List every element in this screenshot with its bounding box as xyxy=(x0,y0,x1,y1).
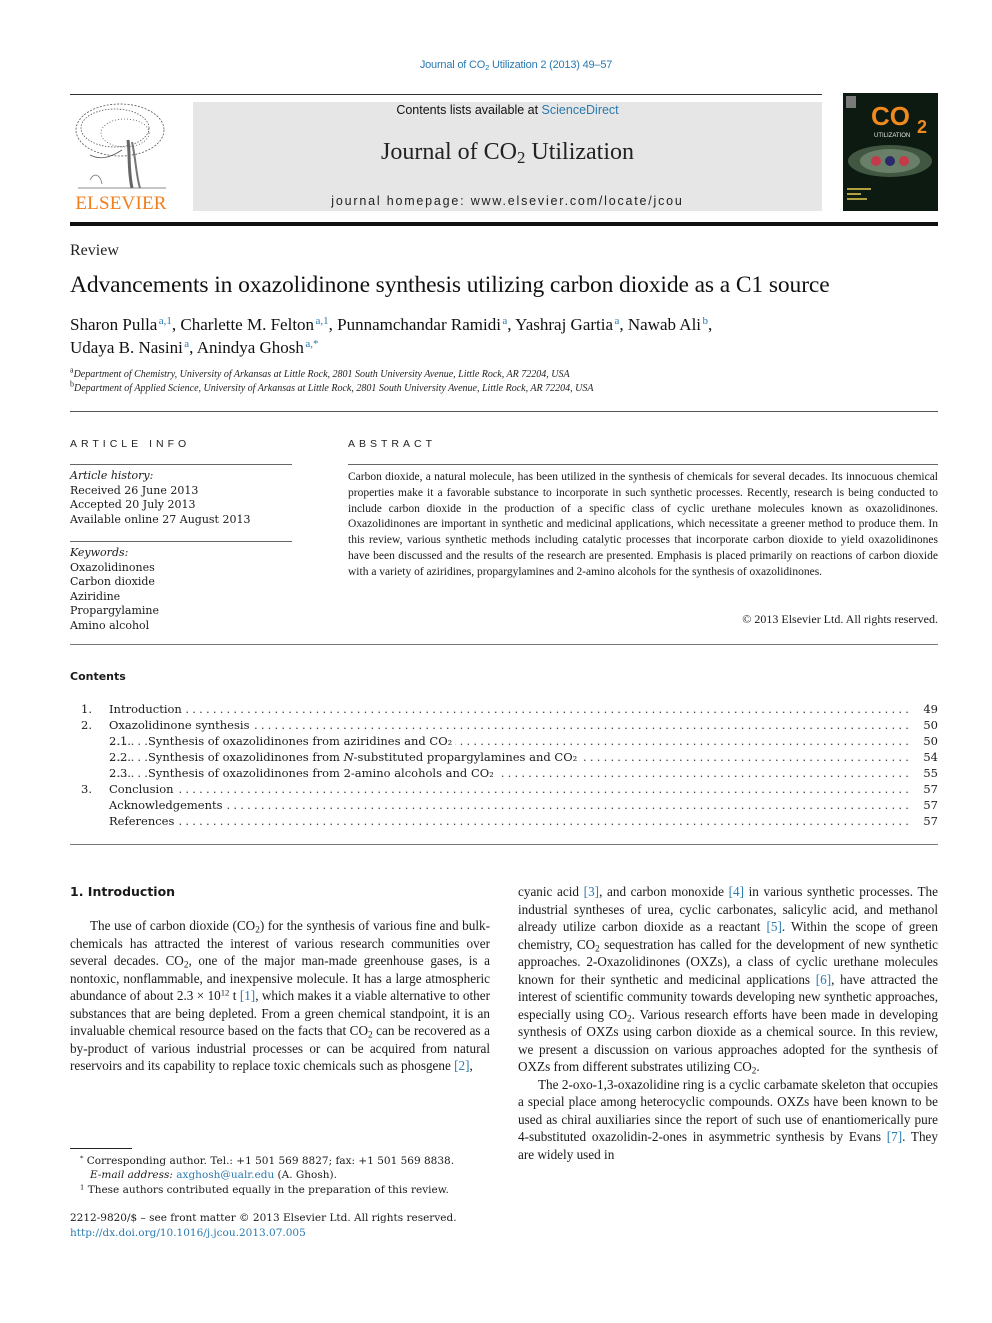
doi-link[interactable]: http://dx.doi.org/10.1016/j.jcou.2013.07… xyxy=(70,1227,306,1239)
elsevier-logo[interactable]: ELSEVIER xyxy=(70,193,172,215)
divider xyxy=(70,541,292,542)
abstract-text: Carbon dioxide, a natural molecule, has … xyxy=(348,471,938,578)
article-history: Article history: Received 26 June 2013 A… xyxy=(70,469,251,526)
divider xyxy=(70,411,938,412)
journal-homepage: journal homepage: www.elsevier.com/locat… xyxy=(331,194,684,208)
journal-cover[interactable]: CO 2 UTILIZATION xyxy=(843,93,938,211)
svg-text:2: 2 xyxy=(917,117,927,137)
toc-leader-dots: ........................................… xyxy=(110,702,908,716)
toc-page: 50 xyxy=(923,734,938,748)
body-column-left: The use of carbon dioxide (CO2) for the … xyxy=(70,917,490,1075)
reference-link[interactable]: [7] xyxy=(887,1129,902,1144)
toc-number: 2. xyxy=(81,718,92,732)
divider xyxy=(348,464,938,465)
paragraph: The use of carbon dioxide (CO2) for the … xyxy=(70,918,490,1073)
reference-link[interactable]: [6] xyxy=(816,972,831,987)
toc-label[interactable]: Introduction xyxy=(109,702,185,716)
footnote-equal-contribution: 1 These authors contributed equally in t… xyxy=(80,1183,449,1196)
history-accepted: Accepted 20 July 2013 xyxy=(70,498,196,511)
toc-label[interactable]: References xyxy=(109,814,178,828)
keyword: Aziridine xyxy=(70,589,121,603)
toc-entry[interactable]: ........................................… xyxy=(70,814,938,830)
abstract-heading: ABSTRACT xyxy=(348,438,437,450)
header-rule xyxy=(70,94,822,95)
divider xyxy=(70,644,938,645)
keyword: Carbon dioxide xyxy=(70,575,155,588)
toc-label[interactable]: Synthesis of oxazolidinones from aziridi… xyxy=(148,734,456,748)
svg-text:CO: CO xyxy=(871,101,910,131)
contents-available: Contents lists available at ScienceDirec… xyxy=(396,103,619,117)
toc-entry[interactable]: 2.2.....................................… xyxy=(70,750,938,766)
history-received: Received 26 June 2013 xyxy=(70,483,199,497)
toc-label[interactable]: Acknowledgements xyxy=(109,798,226,812)
toc-label[interactable]: Synthesis of oxazolidinones from N-subst… xyxy=(148,750,581,764)
toc-leader-dots: ........................................… xyxy=(110,814,908,828)
toc-page: 55 xyxy=(923,766,938,780)
reference-link[interactable]: [5] xyxy=(767,919,782,934)
keyword: Amino alcohol xyxy=(70,618,150,632)
keywords: Keywords: Oxazolidinones Carbon dioxide … xyxy=(70,546,160,632)
toc-entry[interactable]: 3.......................................… xyxy=(70,782,938,798)
affiliation: aDepartment of Chemistry, University of … xyxy=(70,365,570,380)
reference-link[interactable]: [2] xyxy=(454,1058,469,1073)
author[interactable]: Charlette M. Felton a,1 xyxy=(180,315,328,334)
article-info-heading: ARTICLE INFO xyxy=(70,438,191,450)
author[interactable]: Udaya B. Nasini a xyxy=(70,338,189,357)
toc-entry[interactable]: 2.......................................… xyxy=(70,718,938,734)
reference-link[interactable]: [1] xyxy=(240,988,255,1003)
toc-number: 3. xyxy=(81,782,92,796)
article-type: Review xyxy=(70,242,119,259)
toc-label[interactable]: Synthesis of oxazolidinones from 2-amino… xyxy=(148,766,497,780)
author[interactable]: Nawab Ali b xyxy=(628,315,708,334)
divider xyxy=(70,464,292,465)
history-online: Available online 27 August 2013 xyxy=(70,512,251,526)
toc-page: 57 xyxy=(923,814,938,828)
author[interactable]: Yashraj Gartia a xyxy=(515,315,619,334)
homepage-link[interactable]: www.elsevier.com/locate/jcou xyxy=(471,194,684,208)
toc-page: 50 xyxy=(923,718,938,732)
header-thick-rule xyxy=(70,222,938,226)
author-list: Sharon Pulla a,1, Charlette M. Felton a,… xyxy=(70,314,713,334)
toc-number: 1. xyxy=(81,702,92,716)
toc-entry[interactable]: 2.3.....................................… xyxy=(70,766,938,782)
reference-link[interactable]: [4] xyxy=(729,884,744,899)
toc-entry[interactable]: 2.1.....................................… xyxy=(70,734,938,750)
affiliation: bDepartment of Applied Science, Universi… xyxy=(70,379,594,394)
section-heading: 1. Introduction xyxy=(70,884,176,899)
keyword: Oxazolidinones xyxy=(70,560,155,574)
author[interactable]: Sharon Pulla a,1 xyxy=(70,315,172,334)
toc-leader-dots: ........................................… xyxy=(110,798,908,812)
front-matter: 2212-9820/$ – see front matter © 2013 El… xyxy=(70,1212,457,1224)
toc-page: 57 xyxy=(923,782,938,796)
sciencedirect-link[interactable]: ScienceDirect xyxy=(542,103,619,117)
journal-title: Journal of CO2 Utilization xyxy=(380,139,635,168)
body-column-right: cyanic acid [3], and carbon monoxide [4]… xyxy=(518,883,938,1163)
toc-leader-dots: ........................................… xyxy=(110,782,908,796)
co2-molecule-icon xyxy=(848,145,932,177)
footnote-corresponding: * Corresponding author. Tel.: +1 501 569… xyxy=(80,1154,455,1167)
toc-page: 54 xyxy=(923,750,938,764)
footnote-rule xyxy=(70,1148,132,1149)
article-title: Advancements in oxazolidinone synthesis … xyxy=(70,272,830,298)
toc-page: 57 xyxy=(923,798,938,812)
toc-entry[interactable]: ........................................… xyxy=(70,798,938,814)
abstract-copyright: © 2013 Elsevier Ltd. All rights reserved… xyxy=(742,612,938,626)
author[interactable]: Anindya Ghosh a,* xyxy=(197,338,319,357)
toc-entry[interactable]: 1.......................................… xyxy=(70,702,938,718)
email-link[interactable]: axghosh@ualr.edu xyxy=(176,1169,274,1181)
toc-page: 49 xyxy=(923,702,938,716)
author-list-continued: Udaya B. Nasini a, Anindya Ghosh a,* xyxy=(70,337,319,357)
svg-text:UTILIZATION: UTILIZATION xyxy=(874,133,910,139)
paragraph: The 2-oxo-1,3-oxazolidine ring is a cycl… xyxy=(518,1076,939,1162)
reference-link[interactable]: [3] xyxy=(584,884,599,899)
toc-label[interactable]: Conclusion xyxy=(109,782,177,796)
paragraph: cyanic acid [3], and carbon monoxide [4]… xyxy=(518,884,939,1076)
journal-citation[interactable]: Journal of CO2 Utilization 2 (2013) 49–5… xyxy=(0,59,992,71)
author[interactable]: Punnamchandar Ramidi a xyxy=(337,315,507,334)
divider xyxy=(70,844,938,845)
toc-label[interactable]: Oxazolidinone synthesis xyxy=(109,718,253,732)
contents-heading: Contents xyxy=(70,670,126,683)
keyword: Propargylamine xyxy=(70,604,160,617)
footnote-email: E-mail address: axghosh@ualr.edu (A. Gho… xyxy=(90,1169,337,1181)
